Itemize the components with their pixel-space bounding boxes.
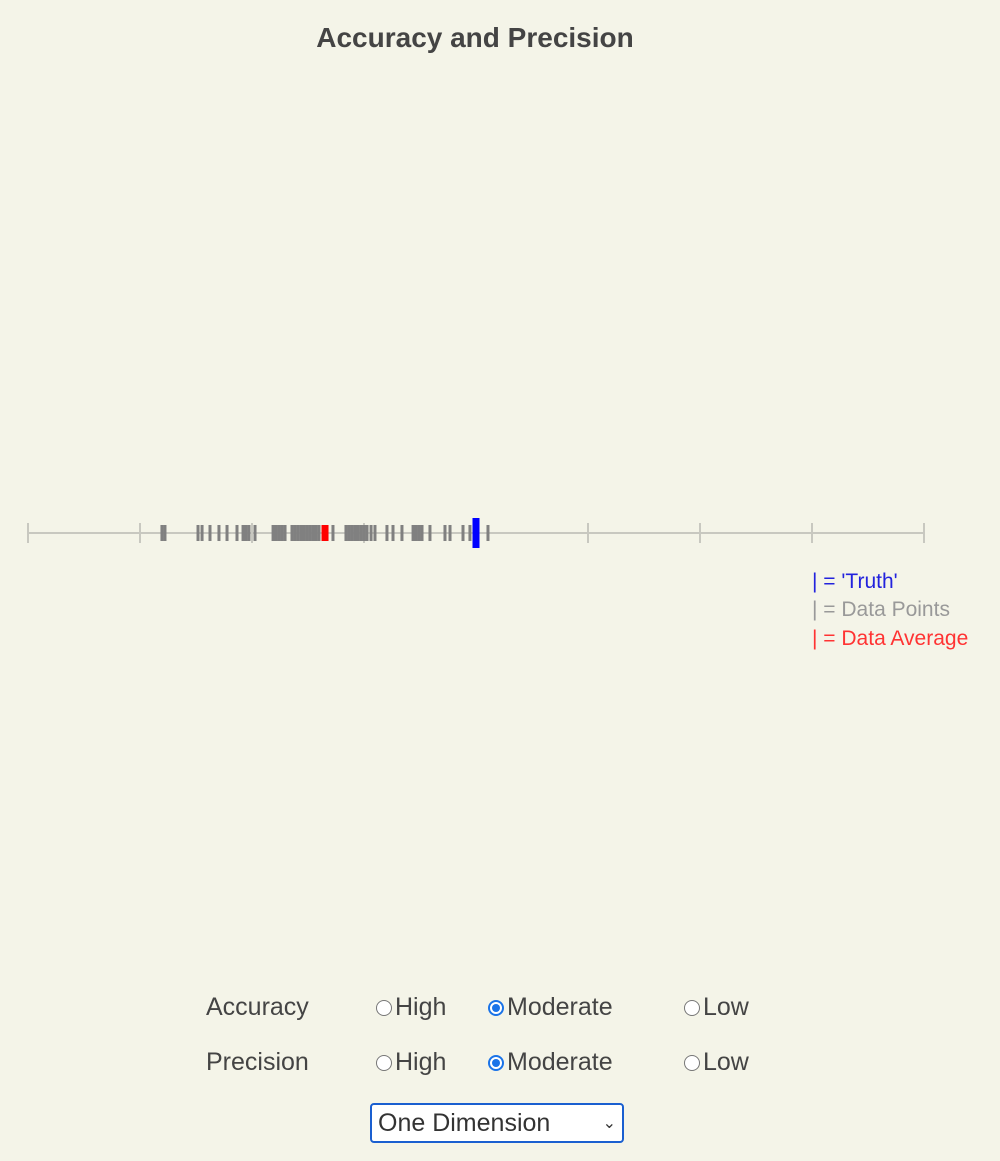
select-value: One Dimension: [378, 1108, 551, 1137]
radio-icon[interactable]: [488, 1054, 504, 1071]
radio-icon[interactable]: [376, 1054, 392, 1071]
data-point: [302, 525, 306, 541]
data-point: [486, 525, 490, 541]
data-point: [299, 525, 303, 541]
data-point: [365, 525, 369, 541]
data-point: [373, 525, 377, 541]
data-point: [448, 525, 452, 541]
data-point: [468, 525, 472, 541]
radio-icon[interactable]: [684, 999, 700, 1016]
data-point: [369, 525, 373, 541]
data-point: [428, 525, 432, 541]
data-point: [208, 525, 212, 541]
dimension-select[interactable]: One Dimension ⌄: [370, 1103, 624, 1143]
data-point: [280, 525, 284, 541]
data-point: [461, 525, 465, 541]
option-label: Moderate: [507, 993, 613, 1021]
data-point: [314, 525, 318, 541]
data-point: [277, 525, 281, 541]
data-point: [359, 525, 363, 541]
data-point: [414, 525, 418, 541]
data-point: [293, 525, 297, 541]
data-point: [247, 525, 251, 541]
data-point: [385, 525, 389, 541]
data-point: [353, 525, 357, 541]
precision-label: Precision: [206, 1048, 309, 1076]
legend-data-points: | = Data Points: [812, 598, 950, 621]
precision-high-radio[interactable]: High: [376, 1048, 446, 1077]
data-point: [296, 525, 300, 541]
number-line-chart: [27, 518, 925, 548]
data-point: [362, 525, 366, 541]
option-label: High: [395, 993, 447, 1021]
radio-icon[interactable]: [376, 999, 392, 1016]
data-point: [244, 525, 248, 541]
data-point: [400, 525, 404, 541]
data-point: [217, 525, 221, 541]
data-point: [347, 525, 351, 541]
data-point: [443, 525, 447, 541]
data-point: [160, 525, 164, 541]
legend-truth: | = 'Truth': [812, 570, 898, 593]
data-point: [271, 525, 275, 541]
data-point: [225, 525, 229, 541]
truth-marker: [472, 518, 480, 548]
data-point: [331, 525, 335, 541]
legend-data-average: | = Data Average: [812, 627, 969, 650]
data-point: [420, 525, 424, 541]
data-point: [241, 525, 245, 541]
data-point: [305, 525, 309, 541]
data-point: [290, 525, 294, 541]
chevron-down-icon: ⌄: [602, 1115, 616, 1132]
data-point: [317, 525, 321, 541]
accuracy-high-radio[interactable]: High: [376, 993, 446, 1022]
data-point: [417, 525, 421, 541]
data-point: [391, 525, 395, 541]
data-point: [308, 525, 312, 541]
accuracy-moderate-radio[interactable]: Moderate: [488, 993, 613, 1022]
data-average-marker: [321, 525, 329, 541]
option-label: Moderate: [507, 1048, 613, 1076]
data-point: [235, 525, 239, 541]
data-point: [196, 525, 200, 541]
data-point: [344, 525, 348, 541]
data-point: [200, 525, 204, 541]
page-title: Accuracy and Precision: [316, 22, 634, 53]
precision-moderate-radio[interactable]: Moderate: [488, 1048, 613, 1077]
radio-icon[interactable]: [684, 1054, 700, 1071]
option-label: Low: [703, 993, 749, 1021]
accuracy-label: Accuracy: [206, 993, 309, 1021]
option-label: High: [395, 1048, 447, 1076]
data-point: [311, 525, 315, 541]
data-point: [283, 525, 287, 541]
precision-low-radio[interactable]: Low: [684, 1048, 749, 1077]
data-point: [163, 525, 167, 541]
accuracy-low-radio[interactable]: Low: [684, 993, 749, 1022]
data-point: [356, 525, 360, 541]
option-label: Low: [703, 1048, 749, 1076]
radio-icon[interactable]: [488, 999, 504, 1016]
data-point: [350, 525, 354, 541]
data-point: [411, 525, 415, 541]
data-point: [274, 525, 278, 541]
data-point: [253, 525, 257, 541]
